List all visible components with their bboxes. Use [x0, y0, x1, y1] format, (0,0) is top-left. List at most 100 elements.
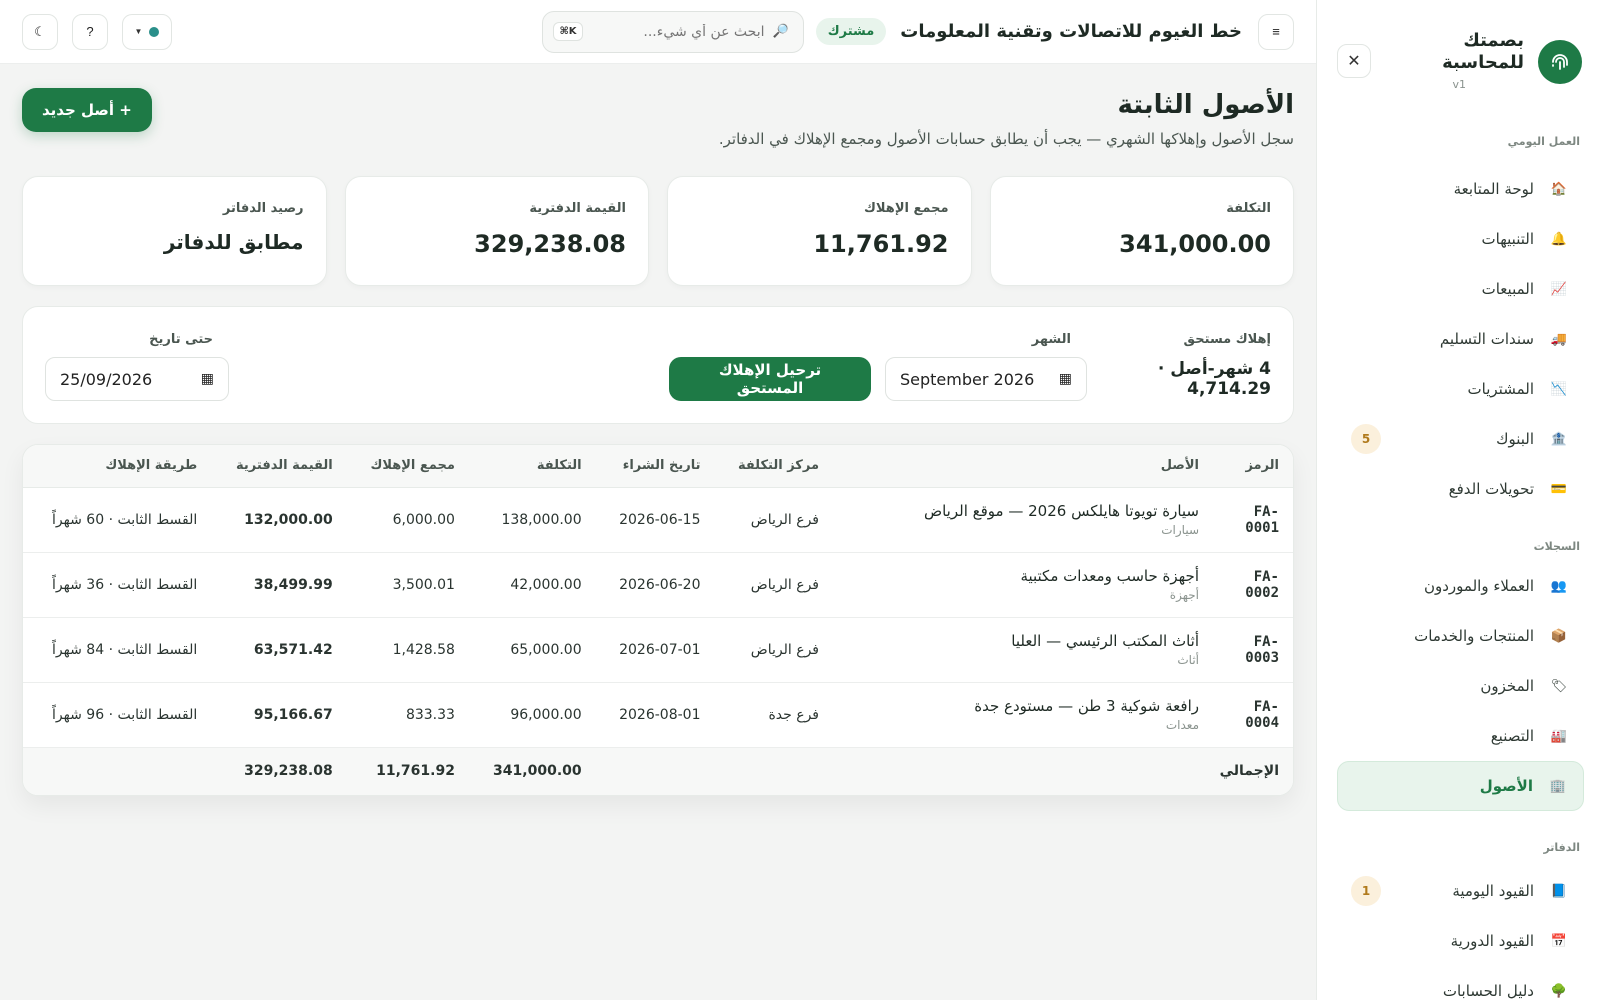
- sidebar-item-banks[interactable]: 🏦 البنوك 5: [1337, 414, 1584, 464]
- total-cost: 341,000.00: [468, 747, 596, 795]
- col-code: الرمز: [1213, 445, 1293, 488]
- status-dropdown-button[interactable]: ▼: [122, 13, 172, 50]
- col-cost-center: مركز التكلفة: [714, 445, 833, 488]
- post-depreciation-button[interactable]: ترحيل الإهلاك المستحق: [669, 357, 871, 401]
- accum-value: 1,428.58: [346, 617, 469, 683]
- month-input[interactable]: September 2026 ▦: [885, 357, 1087, 401]
- sidebar-item-journal-entries[interactable]: 📘 القيود اليومية 1: [1337, 866, 1584, 916]
- calendar-icon[interactable]: ▦: [201, 371, 214, 387]
- sidebar-item-products[interactable]: 📦 المنتجات والخدمات: [1337, 611, 1584, 661]
- app-version: v1: [1452, 78, 1466, 91]
- card-book-value: القيمة الدفترية 329,238.08: [344, 176, 649, 286]
- card-value: 329,238.08: [474, 230, 626, 258]
- card-value: مطابق للدفاتر: [163, 230, 304, 254]
- purchase-date: 2026-06-15: [595, 487, 715, 553]
- table-row[interactable]: FA-0003 أثاث المكتب الرئيسي — العليا أثاث…: [23, 617, 1293, 683]
- people-icon: 👥: [1550, 578, 1568, 594]
- sidebar-item-label: المبيعات: [1481, 280, 1534, 298]
- cost-value: 138,000.00: [468, 487, 596, 553]
- until-date-input[interactable]: 25/09/2026 ▦: [45, 357, 229, 401]
- search-input[interactable]: [590, 23, 765, 40]
- sidebar-item-label: البنوك: [1496, 430, 1534, 448]
- asset-cell: أثاث المكتب الرئيسي — العليا أثاث: [833, 617, 1213, 683]
- table-row[interactable]: FA-0004 رافعة شوكية 3 طن — مستودع جدة معد…: [23, 682, 1293, 748]
- tag-icon: 🏷: [1550, 678, 1568, 694]
- sidebar-item-recurring-entries[interactable]: 📅 القيود الدورية: [1337, 916, 1584, 966]
- card-label: القيمة الدفترية: [529, 201, 626, 216]
- menu-button[interactable]: ≡: [1258, 13, 1294, 50]
- accum-value: 3,500.01: [346, 552, 469, 618]
- table-row[interactable]: FA-0001 سيارة تويوتا هايلكس 2026 — موقع …: [23, 487, 1293, 553]
- company-name: خط الغيوم للاتصالات وتقنية المعلومات: [900, 21, 1242, 42]
- box-icon: 📦: [1550, 628, 1568, 644]
- cost-center: فرع جدة: [714, 682, 833, 748]
- card-value: 11,761.92: [813, 230, 949, 258]
- month-label: الشهر: [1031, 332, 1071, 347]
- total-accum: 11,761.92: [346, 747, 469, 795]
- section-title-records: السجلات: [1533, 540, 1580, 553]
- purchase-date: 2026-07-01: [595, 617, 715, 683]
- sidebar-item-label: المشتريات: [1467, 380, 1534, 398]
- asset-code: FA-0001: [1213, 487, 1293, 553]
- search-box[interactable]: 🔎 K⌘: [541, 10, 804, 53]
- cost-center: فرع الرياض: [714, 552, 833, 618]
- sidebar-item-delivery-notes[interactable]: 🚚 سندات التسليم: [1337, 314, 1584, 364]
- sidebar-item-assets[interactable]: 🏢 الأصول: [1337, 761, 1584, 811]
- card-accumulated-depreciation: مجمع الإهلاك 11,761.92: [667, 176, 972, 286]
- asset-cell: أجهزة حاسب ومعدات مكتبية أجهزة: [833, 552, 1213, 618]
- cost-center: فرع الرياض: [714, 487, 833, 553]
- new-asset-button[interactable]: + أصل جديد: [22, 88, 152, 132]
- brand-name: بصمتك للمحاسبة: [1442, 30, 1524, 73]
- purchase-date: 2026-08-01: [595, 682, 715, 748]
- calendar-icon[interactable]: ▦: [1059, 371, 1072, 387]
- book-value: 132,000.00: [211, 487, 347, 553]
- section-title-books: الدفاتر: [1543, 841, 1580, 854]
- topbar: ≡ خط الغيوم للاتصالات وتقنية المعلومات م…: [0, 0, 1316, 64]
- asset-category: سيارات: [1161, 523, 1199, 537]
- asset-cell: رافعة شوكية 3 طن — مستودع جدة معدات: [833, 682, 1213, 748]
- until-date-field: حتى تاريخ 25/09/2026 ▦: [45, 332, 229, 401]
- sidebar-item-payment-transfers[interactable]: 💳 تحويلات الدفع: [1337, 464, 1584, 514]
- cost-value: 42,000.00: [468, 552, 596, 618]
- home-icon: 🏠: [1550, 181, 1568, 197]
- theme-toggle-button[interactable]: ☾: [22, 13, 58, 50]
- sidebar-item-purchases[interactable]: 📉 المشتريات: [1337, 364, 1584, 414]
- depreciation-method: القسط الثابت · 60 شهراً: [23, 487, 212, 553]
- due-value: 4 شهر-أصل · 4,714.29: [1157, 359, 1271, 399]
- asset-category: معدات: [1165, 718, 1199, 732]
- due-label: إهلاك مستحق: [1183, 332, 1271, 347]
- sidebar-item-manufacturing[interactable]: 🏭 التصنيع: [1337, 711, 1584, 761]
- page-header: الأصول الثابتة سجل الأصول وإهلاكها الشهر…: [22, 88, 1294, 148]
- sidebar-item-inventory[interactable]: 🏷 المخزون: [1337, 661, 1584, 711]
- col-purchase-date: تاريخ الشراء: [595, 445, 715, 488]
- close-sidebar-button[interactable]: ✕: [1337, 44, 1371, 78]
- sidebar: بصمتك للمحاسبة v1 ✕ العمل اليومي 🏠 لوحة ا…: [1316, 0, 1600, 1000]
- page-title: الأصول الثابتة: [1117, 90, 1294, 120]
- asset-name: سيارة تويوتا هايلكس 2026 — موقع الرياض: [923, 502, 1199, 520]
- table-total-row: الإجمالي 341,000.00 11,761.92 329,238.08: [23, 747, 1293, 795]
- building-icon: 🏢: [1549, 778, 1567, 794]
- nav-daily: 🏠 لوحة المتابعة 🔔 التنبيهات 📈 المبيعات 🚚 سند…: [1337, 164, 1584, 514]
- status-dot-icon: [149, 26, 160, 37]
- col-asset: الأصل: [833, 445, 1213, 488]
- card-label: التكلفة: [1226, 201, 1271, 216]
- table-row[interactable]: FA-0002 أجهزة حاسب ومعدات مكتبية أجهزة فر…: [23, 552, 1293, 618]
- sidebar-item-label: التنبيهات: [1481, 230, 1534, 248]
- help-button[interactable]: ?: [72, 13, 108, 50]
- brand: بصمتك للمحاسبة v1 ✕: [1337, 30, 1584, 91]
- asset-name: أثاث المكتب الرئيسي — العليا: [1011, 632, 1199, 650]
- total-empty: [23, 747, 212, 795]
- sidebar-item-sales[interactable]: 📈 المبيعات: [1337, 264, 1584, 314]
- asset-code: FA-0002: [1213, 552, 1293, 618]
- sidebar-item-dashboard[interactable]: 🏠 لوحة المتابعة: [1337, 164, 1584, 214]
- accum-value: 833.33: [346, 682, 469, 748]
- until-label: حتى تاريخ: [149, 332, 213, 347]
- card-ledger-balance: رصيد الدفاتر مطابق للدفاتر: [22, 176, 327, 286]
- sidebar-item-alerts[interactable]: 🔔 التنبيهات: [1337, 214, 1584, 264]
- sidebar-item-label: المنتجات والخدمات: [1414, 627, 1534, 645]
- asset-category: أجهزة: [1169, 588, 1199, 602]
- sidebar-item-contacts[interactable]: 👥 العملاء والموردون: [1337, 561, 1584, 611]
- sidebar-item-chart-of-accounts[interactable]: 🌳 دليل الحسابات: [1337, 966, 1584, 1000]
- sidebar-item-label: العملاء والموردون: [1423, 577, 1534, 595]
- plan-badge: مشترك: [815, 18, 887, 45]
